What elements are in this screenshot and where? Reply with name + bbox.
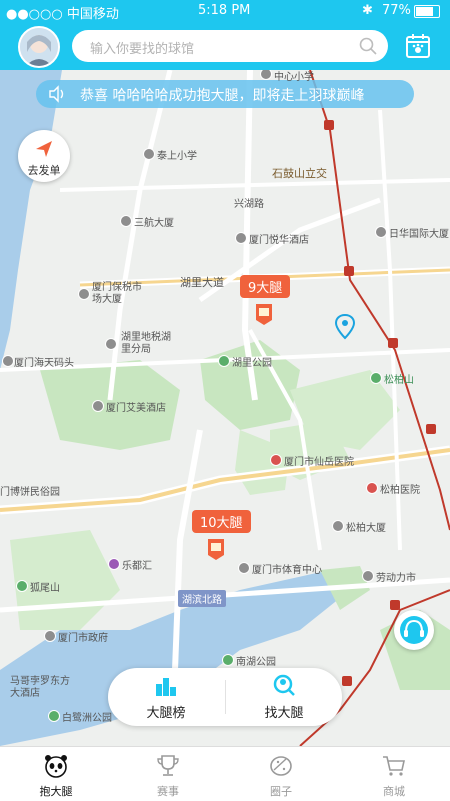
map-label: 厦门市仙岳医院	[284, 457, 354, 468]
tab-shop-label: 商城	[383, 785, 405, 798]
map-poi	[332, 520, 344, 532]
map-poi	[105, 338, 117, 350]
speaker-icon	[49, 85, 64, 103]
metro-station-icon	[324, 120, 334, 130]
map-label: 松柏山	[384, 375, 414, 386]
map-label: 南湖公园	[236, 657, 276, 668]
tab-circle[interactable]: 圈子	[225, 747, 337, 801]
map-label: 湖里地税湖里分局	[121, 332, 171, 355]
map-label: 厦门海天码头	[14, 358, 74, 369]
map-label: 三航大厦	[134, 218, 174, 229]
map-poi	[270, 454, 282, 466]
map-label: 马哥孛罗东方大酒店	[10, 676, 70, 699]
map-label: 湖里大道	[180, 276, 224, 289]
carrier-text: ●●○○○ 中国移动	[6, 7, 119, 22]
top-bar: 输入你要找的球馆	[0, 22, 450, 70]
tab-events-label: 赛事	[157, 785, 179, 798]
map-label: 厦门市政府	[58, 633, 108, 644]
clock: 5:18 PM	[198, 3, 251, 18]
map-label: 厦门艾美酒店	[106, 403, 166, 414]
map-poi	[120, 215, 132, 227]
venue-marker-label[interactable]: 10大腿	[192, 510, 251, 533]
map-poi	[362, 570, 374, 582]
map-poi	[222, 654, 234, 666]
road-label: 湖滨北路	[178, 590, 226, 607]
tab-bar: 抱大腿 赛事 圈子 商城	[0, 746, 450, 801]
map-label: 劳动力市	[376, 573, 416, 584]
metro-station-icon	[342, 676, 352, 686]
map-poi	[218, 355, 230, 367]
map-poi	[238, 562, 250, 574]
headset-icon	[400, 616, 428, 644]
map-poi	[235, 232, 247, 244]
map-label: 中心小学	[274, 72, 314, 83]
metro-station-icon	[388, 338, 398, 348]
venue-pin-icon[interactable]	[254, 302, 274, 326]
tab-hug-label: 抱大腿	[39, 785, 73, 798]
map-label: 泰上小学	[157, 151, 197, 162]
customer-service-button[interactable]	[394, 610, 434, 650]
post-order-label: 去发单	[27, 164, 61, 177]
action-panel: 大腿榜 找大腿	[108, 668, 342, 726]
post-order-button[interactable]: 去发单	[18, 130, 70, 182]
map-poi	[16, 580, 28, 592]
map-poi	[78, 288, 90, 300]
venue-marker-label[interactable]: 9大腿	[240, 275, 291, 298]
bluetooth-icon: ✱	[362, 3, 373, 18]
map-poi	[143, 148, 155, 160]
metro-station-icon	[344, 266, 354, 276]
map-label: 狐尾山	[30, 583, 60, 594]
search-bar[interactable]: 输入你要找的球馆	[72, 30, 388, 62]
battery-text: 77%	[382, 3, 411, 18]
my-location-icon	[334, 314, 356, 340]
map-label: 门博饼民俗园	[0, 487, 60, 498]
cart-icon	[383, 756, 405, 776]
map-poi	[92, 400, 104, 412]
status-bar: ●●○○○ 中国移动 5:18 PM ✱ 77%	[0, 0, 450, 22]
find-label: 找大腿	[264, 706, 304, 721]
map-label: 白鹭洲公园	[62, 713, 112, 724]
map-poi	[366, 482, 378, 494]
tab-circle-label: 圈子	[270, 785, 292, 798]
map-label: 厦门保税市场大厦	[92, 282, 142, 305]
search-icon[interactable]	[358, 36, 378, 56]
map-poi	[108, 558, 120, 570]
map-view[interactable]: 恭喜 哈哈哈哈成功抱大腿，即将走上羽球巅峰 去发单 中心小学 泰上小学 石鼓山立…	[0, 70, 450, 746]
trophy-icon	[157, 755, 179, 776]
user-avatar[interactable]	[18, 26, 60, 68]
leaderboard-label: 大腿榜	[146, 706, 186, 721]
tab-hug[interactable]: 抱大腿	[0, 747, 112, 801]
map-label: 湖里公园	[232, 358, 272, 369]
leaderboard-icon	[156, 678, 176, 696]
metro-station-icon	[390, 600, 400, 610]
map-label: 厦门市体育中心	[252, 565, 322, 576]
venue-pin-icon[interactable]	[206, 537, 226, 561]
metro-station-icon	[426, 424, 436, 434]
map-label: 乐都汇	[122, 561, 152, 572]
tab-shop[interactable]: 商城	[338, 747, 450, 801]
map-label: 兴湖路	[234, 199, 264, 210]
map-label: 松柏医院	[380, 485, 420, 496]
map-label: 松柏大厦	[346, 523, 386, 534]
calendar-icon[interactable]	[404, 32, 432, 60]
battery-icon	[414, 5, 440, 18]
map-poi	[44, 630, 56, 642]
announcement-text: 恭喜 哈哈哈哈成功抱大腿，即将走上羽球巅峰	[80, 88, 365, 104]
announcement-bar[interactable]: 恭喜 哈哈哈哈成功抱大腿，即将走上羽球巅峰	[36, 80, 414, 108]
map-poi	[2, 355, 14, 367]
find-button[interactable]: 找大腿	[226, 668, 342, 726]
find-person-icon	[273, 674, 295, 696]
search-placeholder: 输入你要找的球馆	[90, 42, 195, 57]
map-poi	[48, 710, 60, 722]
tab-events[interactable]: 赛事	[112, 747, 224, 801]
panda-icon	[45, 755, 67, 778]
map-label: 石鼓山立交	[272, 167, 327, 180]
leaderboard-button[interactable]: 大腿榜	[108, 668, 224, 726]
circle-icon	[270, 756, 292, 776]
map-label: 厦门悦华酒店	[249, 235, 309, 246]
paper-plane-icon	[36, 141, 52, 157]
map-label: 日华国际大厦	[389, 229, 449, 240]
map-poi	[375, 226, 387, 238]
map-poi	[370, 372, 382, 384]
